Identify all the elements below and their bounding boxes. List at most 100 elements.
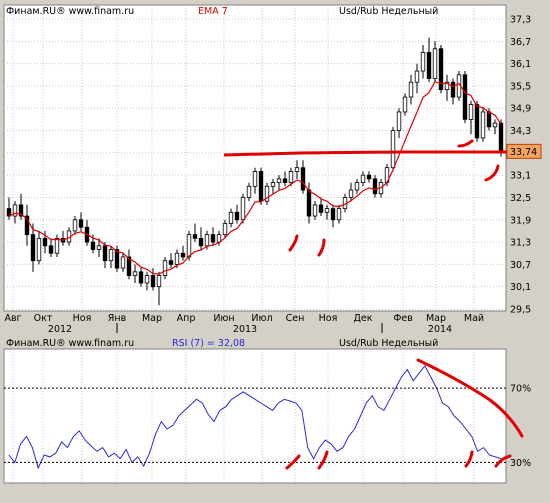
candle-body: [420, 52, 426, 72]
rsi-source-label: Финам.RU® www.finam.ru: [6, 338, 134, 349]
x-tick-label: Фев: [393, 313, 413, 324]
candle-body: [186, 234, 192, 258]
candle-body: [270, 182, 276, 187]
main-chart-title: Usd/Rub Недельный: [339, 6, 438, 17]
x-tick-label: Апр: [177, 313, 196, 324]
y-tick-label: 30,1: [510, 282, 531, 293]
candle-body: [204, 234, 210, 247]
candle-body: [72, 219, 78, 232]
candle-body: [174, 252, 180, 265]
candle-body: [330, 208, 336, 221]
candle-body: [30, 234, 36, 262]
candle-body: [162, 260, 168, 276]
y-tick-label: 34,3: [510, 126, 531, 137]
candle-body: [336, 208, 342, 221]
x-axis: Авг Окт Ноя Янв Мар Апр Июн Июл Сен Ноя Дек Фев Мар М…: [4, 313, 484, 335]
chart-window: 37,336,736,135,534,934,333,733,132,531,9…: [0, 0, 550, 499]
candle-body: [210, 234, 216, 243]
candle-body: [306, 189, 312, 217]
y-tick-label: 31,3: [510, 238, 531, 249]
x-tick-label: Окт: [34, 313, 53, 324]
candle-body: [168, 260, 174, 265]
candle-body: [324, 208, 330, 213]
candle-body: [468, 104, 474, 120]
chart-svg: 37,336,736,135,534,934,333,733,132,531,9…: [3, 4, 542, 484]
main-source-label: Финам.RU® www.finam.ru: [6, 6, 134, 17]
x-tick-label: Июн: [213, 313, 234, 324]
candle-body: [108, 249, 114, 262]
candle-body: [102, 245, 108, 262]
x-tick-label: Ноя: [319, 313, 338, 324]
candle-body: [402, 96, 408, 113]
rsi-level-label: 70%: [510, 384, 531, 395]
candle-body: [300, 167, 306, 191]
y-tick-label: 37,3: [510, 15, 531, 26]
candle-body: [228, 211, 234, 224]
candle-body: [372, 178, 378, 195]
x-tick-label: Мар: [142, 313, 162, 324]
x-tick-label: Ноя: [73, 313, 92, 324]
x-tick-label: Дек: [353, 313, 372, 324]
y-tick-label: 30,7: [510, 260, 531, 271]
y-tick-label: 32,5: [510, 193, 531, 204]
candle-body: [360, 174, 366, 183]
candle-body: [132, 271, 138, 276]
ema-label: EMA 7: [198, 6, 228, 17]
candle-body: [150, 275, 156, 288]
x-tick-label: Июл: [251, 313, 272, 324]
candle-body: [408, 81, 414, 98]
candle-body: [318, 204, 324, 213]
candle-body: [474, 104, 480, 139]
x-tick-label: Май: [464, 313, 484, 324]
x-tick-label: Янв: [108, 313, 127, 324]
year-label: 2014: [428, 324, 452, 335]
candle-body: [252, 171, 258, 187]
candle-body: [366, 174, 372, 180]
candle-body: [192, 234, 198, 239]
candle-body: [294, 167, 300, 172]
candle-body: [234, 211, 240, 221]
x-tick-label: Мар: [426, 313, 446, 324]
candle-body: [36, 237, 42, 262]
candle-body: [156, 275, 162, 288]
candle-body: [96, 245, 102, 250]
candle-body: [396, 111, 402, 131]
year-label: 2013: [233, 324, 257, 335]
candle-body: [354, 182, 360, 191]
candle-body: [492, 122, 498, 128]
candle-body: [222, 223, 228, 236]
y-tick-label: 34,9: [510, 104, 531, 115]
candle-body: [450, 81, 456, 98]
x-tick-label: Сен: [286, 313, 305, 324]
year-label: 2012: [48, 324, 72, 335]
candle-body: [498, 122, 504, 152]
candle-body: [288, 171, 294, 183]
y-tick-label: 36,1: [510, 59, 531, 70]
y-tick-label: 36,7: [510, 37, 531, 48]
candle-body: [426, 52, 432, 79]
candle-body: [48, 245, 54, 254]
candle-body: [480, 111, 486, 139]
candle-body: [198, 237, 204, 247]
candle-body: [258, 171, 264, 202]
candle-body: [180, 252, 186, 258]
candle-body: [240, 197, 246, 221]
candle-body: [414, 70, 420, 83]
candle-body: [42, 237, 48, 247]
y-tick-label: 31,9: [510, 215, 531, 226]
x-tick-label: Авг: [4, 313, 21, 324]
rsi-level-label: 30%: [510, 458, 531, 469]
candle-body: [348, 189, 354, 198]
candle-body: [462, 74, 468, 120]
candle-body: [390, 130, 396, 169]
current-price-label: 33,74: [510, 147, 537, 158]
candle-body: [312, 204, 318, 217]
rsi-plot-area: [3, 348, 507, 484]
main-plot-area: [3, 4, 507, 312]
candle-body: [78, 219, 84, 228]
candle-body: [138, 271, 144, 284]
candle-body: [120, 256, 126, 269]
candle-body: [486, 111, 492, 128]
rsi-label: RSI (7) = 32,08: [172, 338, 245, 349]
main-y-axis: 37,336,736,135,534,934,333,733,132,531,9…: [510, 15, 531, 316]
